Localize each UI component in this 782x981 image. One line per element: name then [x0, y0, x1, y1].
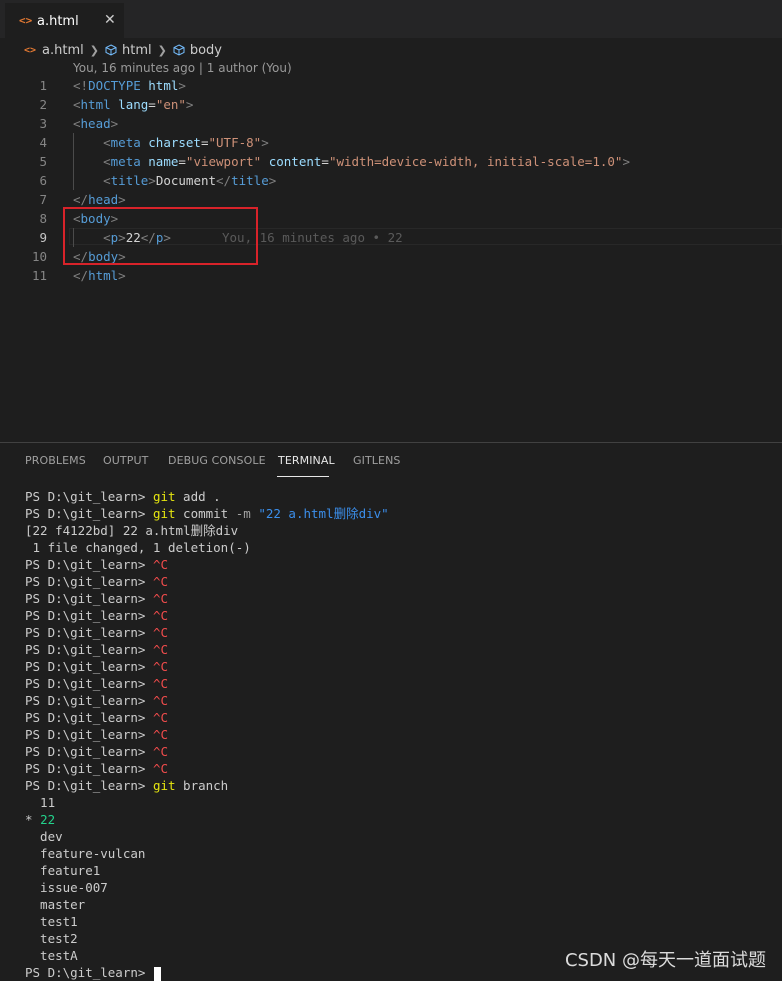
close-icon[interactable]: ✕ [104, 12, 116, 28]
terminal-line: test2 [25, 931, 78, 946]
tab-debug-console[interactable]: DEBUG CONSOLE [168, 454, 266, 467]
line-number: 7 [39, 192, 47, 207]
terminal-line: issue-007 [25, 880, 108, 895]
code-line[interactable]: 4 <meta charset="UTF-8"> [0, 133, 782, 152]
terminal-line: PS D:\git_learn> ^C [25, 557, 168, 572]
editor-tab-bar: <> a.html ✕ [0, 0, 782, 39]
terminal-line: testA [25, 948, 78, 963]
terminal-line: feature-vulcan [25, 846, 146, 861]
code-line[interactable]: 1 <!DOCTYPE html> [0, 76, 782, 95]
terminal-line: PS D:\git_learn> ^C [25, 591, 168, 606]
terminal-line: PS D:\git_learn> ^C [25, 608, 168, 623]
line-number: 10 [31, 249, 47, 264]
breadcrumb-html[interactable]: html [105, 43, 152, 58]
terminal-line: PS D:\git_learn> ^C [25, 642, 168, 657]
breadcrumb-file[interactable]: <> a.html [24, 43, 84, 58]
element-cube-icon [105, 44, 117, 56]
code-text: <meta name="viewport" content="width=dev… [103, 154, 630, 169]
terminal-line: PS D:\git_learn> git add . [25, 489, 221, 504]
terminal-line: PS D:\git_learn> ^C [25, 625, 168, 640]
chevron-right-icon: ❯ [89, 43, 99, 57]
html-file-icon: <> [19, 14, 33, 27]
terminal-line: PS D:\git_learn> ^C [25, 710, 168, 725]
terminal-line: dev [25, 829, 63, 844]
terminal-line: PS D:\git_learn> ^C [25, 761, 168, 776]
terminal-line: PS D:\git_learn> ^C [25, 676, 168, 691]
line-number: 1 [39, 78, 47, 93]
code-text: <head> [73, 116, 119, 131]
code-text: <title>Document</title> [103, 173, 277, 188]
terminal-line: PS D:\git_learn> [25, 964, 389, 981]
line-number: 8 [39, 211, 47, 226]
line-number: 6 [39, 173, 47, 188]
line-number: 4 [39, 135, 47, 150]
tab-a-html[interactable]: <> a.html ✕ [5, 3, 124, 39]
code-text: <html lang="en"> [73, 97, 194, 112]
code-text: <meta charset="UTF-8"> [103, 135, 269, 150]
breadcrumb-file-label: a.html [42, 42, 84, 58]
terminal-cursor [153, 966, 161, 981]
code-line[interactable]: 6 <title>Document</title> [0, 171, 782, 190]
terminal-line: [22 f4122bd] 22 a.html删除div [25, 523, 239, 538]
terminal-line: PS D:\git_learn> ^C [25, 693, 168, 708]
panel-divider [0, 442, 782, 443]
terminal-line: 1 file changed, 1 deletion(-) [25, 540, 251, 555]
active-tab-indicator [277, 476, 329, 477]
code-text: <!DOCTYPE html> [73, 78, 186, 93]
chevron-right-icon: ❯ [157, 43, 167, 57]
code-line[interactable]: 5 <meta name="viewport" content="width=d… [0, 152, 782, 171]
code-text: </html> [73, 268, 126, 283]
code-line[interactable]: 3 <head> [0, 114, 782, 133]
terminal-line: master [25, 897, 86, 912]
terminal-line: feature1 [25, 863, 101, 878]
watermark: CSDN @每天一道面试题 [564, 950, 766, 971]
terminal-line: PS D:\git_learn> ^C [25, 574, 168, 589]
line-number: 5 [39, 154, 47, 169]
line-number: 9 [39, 230, 47, 245]
breadcrumb: <> a.html ❯ html ❯ body [24, 41, 222, 59]
terminal-line: PS D:\git_learn> git commit -m "22 a.htm… [25, 506, 389, 521]
tab-terminal[interactable]: TERMINAL [278, 454, 335, 467]
tab-output[interactable]: OUTPUT [103, 454, 148, 467]
terminal-output[interactable]: PS D:\git_learn> git add . PS D:\git_lear… [25, 488, 389, 981]
breadcrumb-html-label: html [121, 42, 152, 58]
codelens-blame[interactable]: You, 16 minutes ago | 1 author (You) [73, 61, 292, 75]
terminal-line: PS D:\git_learn> git branch [25, 778, 229, 793]
html-file-icon: <> [24, 44, 37, 56]
element-cube-icon [173, 44, 185, 56]
code-line[interactable]: 2 <html lang="en"> [0, 95, 782, 114]
line-number: 3 [39, 116, 47, 131]
panel-tab-bar: PROBLEMS OUTPUT DEBUG CONSOLE TERMINAL G… [0, 446, 782, 477]
breadcrumb-body-label: body [189, 42, 222, 58]
breadcrumb-body[interactable]: body [173, 43, 222, 58]
terminal-line: * 22 [25, 812, 56, 827]
line-number: 2 [39, 97, 47, 112]
terminal-line: PS D:\git_learn> ^C [25, 727, 168, 742]
code-line[interactable]: 11 </html> [0, 266, 782, 285]
terminal-line: test1 [25, 914, 78, 929]
tab-gitlens[interactable]: GITLENS [353, 454, 400, 467]
terminal-line: PS D:\git_learn> ^C [25, 659, 168, 674]
highlight-annotation-box [63, 207, 258, 265]
tab-problems[interactable]: PROBLEMS [25, 454, 86, 467]
line-number: 11 [31, 268, 47, 283]
terminal-line: PS D:\git_learn> ^C [25, 744, 168, 759]
terminal-line: 11 [25, 795, 56, 810]
tab-label: a.html [37, 14, 79, 29]
